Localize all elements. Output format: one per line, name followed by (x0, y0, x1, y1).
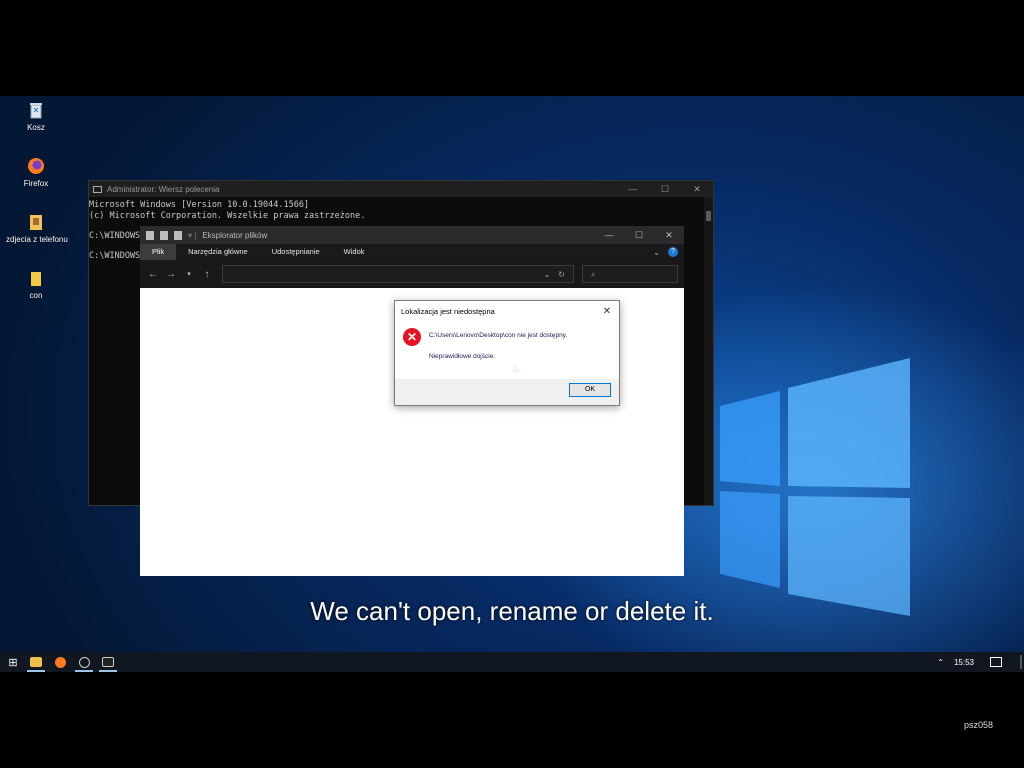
cmd-prompt: C:\WINDOWS (89, 251, 141, 261)
error-icon: ✕ (403, 328, 421, 346)
recent-locations-icon[interactable]: ▾ (182, 270, 196, 278)
dialog-detail: Nieprawidłowe dojście. (429, 353, 496, 360)
cmd-icon (93, 185, 102, 193)
watermark: psz058 (964, 720, 994, 730)
maximize-button[interactable]: ☐ (624, 230, 654, 241)
close-button[interactable]: ✕ (681, 184, 713, 195)
firefox-icon (54, 656, 66, 668)
cmd-title: Administrator: Wiersz polecenia (107, 184, 220, 194)
expand-ribbon-icon[interactable]: ⌄ (653, 248, 660, 257)
show-hidden-icons-icon[interactable]: ⌃ (937, 658, 944, 667)
desktop-icon-label: Firefox (23, 179, 49, 188)
cmd-output[interactable]: Microsoft Windows [Version 10.0.19044.15… (89, 197, 713, 222)
taskbar-settings[interactable] (72, 652, 96, 672)
desktop-icon-con[interactable]: con (6, 268, 66, 300)
search-icon: ⌕ (591, 270, 596, 279)
dialog-title: Lokalizacja jest niedostępna (401, 306, 495, 316)
taskbar-clock[interactable]: 15:53 (954, 658, 974, 667)
firefox-icon (26, 156, 46, 176)
quick-access-icon[interactable] (160, 230, 168, 240)
folder-icon (26, 212, 46, 232)
up-arrow-icon[interactable]: ↑ (200, 269, 214, 280)
minimize-button[interactable]: — (617, 184, 649, 195)
maximize-button[interactable]: ☐ (649, 184, 681, 195)
explorer-titlebar[interactable]: ▾ | Eksplorator plików — ☐ ✕ (140, 226, 684, 244)
taskbar-cmd[interactable] (96, 652, 120, 672)
close-button[interactable]: ✕ (654, 230, 684, 241)
show-desktop-button[interactable] (1020, 655, 1022, 669)
ribbon-tabs: Plik Narzędzia główne Udostępnianie Wido… (140, 244, 684, 260)
forward-arrow-icon[interactable]: → (164, 269, 178, 280)
cmd-titlebar[interactable]: Administrator: Wiersz polecenia — ☐ ✕ (89, 181, 713, 197)
video-subtitle: We can't open, rename or delete it. (310, 596, 714, 626)
quick-access-icon[interactable] (174, 230, 182, 240)
cmd-scrollbar[interactable] (704, 197, 713, 505)
cmd-icon (102, 657, 114, 667)
minimize-button[interactable]: — (594, 230, 624, 241)
dialog-message: C:\Users\Lenovo\Desktop\con nie jest dos… (429, 332, 568, 339)
folder-icon (26, 268, 46, 288)
dropdown-icon[interactable]: ▾ | (188, 231, 196, 240)
desktop-icon-recycle-bin[interactable]: Kosz (6, 100, 66, 132)
dialog-close-button[interactable]: ✕ (595, 306, 619, 317)
letterbox-top (0, 0, 1024, 96)
refresh-icon[interactable]: ↻ (558, 270, 565, 279)
cmd-line: (c) Microsoft Corporation. Wszelkie praw… (89, 211, 366, 221)
desktop-icon-label: Kosz (27, 123, 45, 132)
taskbar: ⊞ ⌃ 15:53 (0, 652, 1024, 672)
navigation-bar: ← → ▾ ↑ ⌄ ↻ ⌕ (140, 260, 684, 288)
tab-plik[interactable]: Plik (140, 244, 177, 260)
taskbar-firefox[interactable] (48, 652, 72, 672)
help-icon[interactable]: ? (668, 247, 678, 257)
desktop-icon-label: zdjecia z telefonu (6, 235, 68, 244)
quick-access-icon[interactable] (146, 230, 154, 240)
dialog-titlebar[interactable]: Lokalizacja jest niedostępna ✕ (395, 301, 619, 321)
dialog-body: ✕ C:\Users\Lenovo\Desktop\con nie jest d… (395, 321, 619, 379)
desktop-icon-firefox[interactable]: Firefox (6, 156, 66, 188)
cmd-line: Microsoft Windows [Version 10.0.19044.15… (89, 200, 310, 210)
tab-narzedzia-glowne[interactable]: Narzędzia główne (176, 244, 260, 260)
start-button-icon[interactable]: ⊞ (2, 656, 24, 669)
explorer-title: Eksplorator plików (202, 230, 268, 240)
error-dialog[interactable]: Lokalizacja jest niedostępna ✕ ✕ C:\User… (394, 300, 620, 406)
windows-logo-wallpaper (720, 358, 910, 616)
address-dropdown-icon[interactable]: ⌄ (544, 270, 551, 279)
letterbox-bottom (0, 672, 1024, 768)
tab-udostepnianie[interactable]: Udostępnianie (260, 244, 332, 260)
tab-widok[interactable]: Widok (332, 244, 377, 260)
notifications-icon[interactable] (990, 657, 1002, 667)
address-bar[interactable]: ⌄ ↻ (222, 265, 574, 283)
dialog-footer: OK (395, 379, 619, 405)
taskbar-file-explorer[interactable] (24, 652, 48, 672)
settings-icon (78, 656, 90, 668)
desktop-icon-zdjecia[interactable]: zdjecia z telefonu (6, 212, 68, 244)
scrollbar-thumb[interactable] (706, 211, 711, 221)
recycle-bin-icon (26, 100, 46, 120)
ok-button[interactable]: OK (569, 383, 611, 397)
file-explorer-icon (30, 657, 42, 667)
back-arrow-icon[interactable]: ← (146, 269, 160, 280)
desktop-icon-label: con (29, 291, 43, 300)
search-box[interactable]: ⌕ (582, 265, 678, 283)
cmd-prompt: C:\WINDOWS (89, 231, 141, 241)
